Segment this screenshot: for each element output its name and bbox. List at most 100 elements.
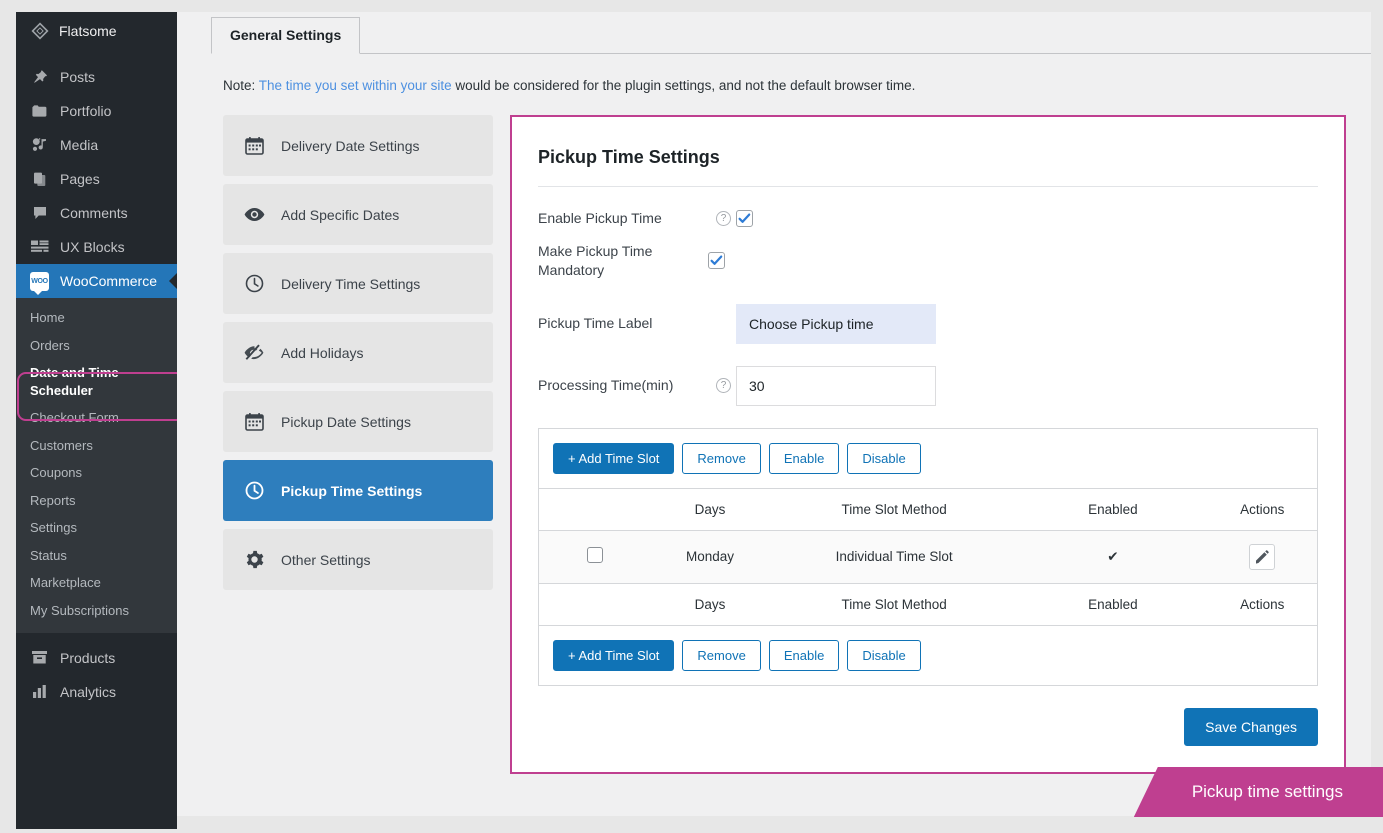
field-label: Make Pickup Time Mandatory	[538, 242, 653, 278]
submenu-item-customers[interactable]: Customers	[16, 432, 177, 460]
note-suffix: would be considered for the plugin setti…	[455, 78, 916, 93]
enable-button-bottom[interactable]: Enable	[768, 639, 840, 671]
callout-label: Pickup time settings	[1191, 782, 1343, 801]
footer-column-enabled: Enabled	[1018, 582, 1208, 625]
field-label: Processing Time(min)	[538, 377, 674, 394]
add-time-slot-button-bottom[interactable]: + Add Time Slot	[553, 639, 675, 671]
calendar-icon	[243, 136, 265, 155]
settings-nav-item-pickup-date-settings[interactable]: Pickup Date Settings	[223, 391, 493, 452]
settings-nav-item-add-specific-dates[interactable]: Add Specific Dates	[223, 184, 493, 245]
screen-root: Flatsome Posts Portfolio Media Pages Com…	[0, 0, 1383, 833]
folder-icon	[30, 102, 49, 121]
note-prefix: Note:	[223, 78, 256, 93]
submenu-item-coupons[interactable]: Coupons	[16, 459, 177, 487]
time-slot-table: Days Time Slot Method Enabled Actions Mo…	[539, 488, 1317, 625]
table-header-row: Days Time Slot Method Enabled Actions	[539, 488, 1317, 531]
submenu-item-checkout-form[interactable]: Checkout Form	[16, 404, 177, 432]
pin-icon	[30, 68, 49, 87]
tab-bar: General Settings	[211, 12, 1371, 54]
settings-nav: Delivery Date Settings Add Specific Date…	[223, 115, 493, 598]
sidebar-item-label: Comments	[60, 205, 128, 221]
submenu-item-orders[interactable]: Orders	[16, 332, 177, 360]
sidebar-item-label: Analytics	[60, 683, 117, 700]
settings-nav-item-pickup-time-settings[interactable]: Pickup Time Settings	[223, 460, 493, 521]
remove-button-bottom[interactable]: Remove	[682, 639, 761, 671]
pages-icon	[30, 170, 49, 189]
field-make-pickup-time-mandatory: Make Pickup Time Mandatory ?	[538, 242, 1318, 280]
row-actions-cell	[1207, 530, 1317, 583]
row-select-checkbox[interactable]	[586, 547, 603, 564]
settings-nav-item-add-holidays[interactable]: Add Holidays	[223, 322, 493, 383]
processing-time-input[interactable]	[736, 365, 936, 406]
column-enabled: Enabled	[1018, 488, 1208, 531]
help-icon[interactable]: ?	[716, 210, 731, 226]
sidebar-brand[interactable]: Flatsome	[16, 12, 177, 50]
table-body: Monday Individual Time Slot ✔	[539, 530, 1317, 584]
pickup-time-label-input[interactable]	[736, 303, 936, 344]
help-icon[interactable]: ?	[716, 378, 731, 394]
sidebar-item-ux-blocks[interactable]: UX Blocks	[16, 230, 177, 264]
row-enabled: ✔	[1107, 548, 1119, 564]
settings-nav-item-delivery-time-settings[interactable]: Delivery Time Settings	[223, 253, 493, 314]
submenu-item-my-subscriptions[interactable]: My Subscriptions	[16, 597, 177, 625]
disable-button-bottom[interactable]: Disable	[847, 639, 921, 671]
sidebar-item-analytics[interactable]: Analytics	[16, 675, 177, 709]
row-days: Monday	[686, 549, 735, 565]
sidebar-item-media[interactable]: Media	[16, 128, 177, 162]
column-time-slot-method: Time Slot Method	[769, 488, 1019, 531]
timezone-note: Note: The time you set within your site …	[223, 78, 1371, 93]
edit-pencil-icon[interactable]	[1249, 543, 1276, 570]
table-row: Monday Individual Time Slot ✔	[539, 530, 1317, 584]
disable-button-top[interactable]: Disable	[847, 442, 921, 474]
clock-icon	[243, 481, 265, 500]
submenu-item-reports[interactable]: Reports	[16, 487, 177, 515]
settings-nav-item-label: Add Holidays	[281, 344, 364, 361]
submenu-item-status[interactable]: Status	[16, 542, 177, 570]
settings-nav-item-label: Add Specific Dates	[281, 206, 400, 223]
field-label: Pickup Time Label	[538, 315, 653, 332]
remove-button-top[interactable]: Remove	[682, 442, 761, 474]
sidebar-item-label: WooCommerce	[60, 273, 157, 289]
submenu-item-settings[interactable]: Settings	[16, 514, 177, 542]
pickup-time-settings-card: Pickup Time Settings Enable Pickup Time …	[510, 115, 1346, 774]
ux-blocks-icon	[30, 238, 49, 257]
enable-pickup-time-checkbox[interactable]	[736, 209, 753, 227]
sidebar-item-products[interactable]: Products	[16, 641, 177, 675]
column-days: Days	[650, 488, 770, 531]
field-enable-pickup-time: Enable Pickup Time ?	[538, 209, 1318, 228]
eye-icon	[243, 207, 265, 222]
sidebar-item-pages[interactable]: Pages	[16, 162, 177, 196]
submenu-item-home[interactable]: Home	[16, 304, 177, 332]
sidebar-item-woocommerce[interactable]: WOO WooCommerce	[16, 264, 177, 298]
save-changes-button[interactable]: Save Changes	[1184, 707, 1318, 746]
sidebar-item-portfolio[interactable]: Portfolio	[16, 94, 177, 128]
table-footer-row: Days Time Slot Method Enabled Actions	[539, 582, 1317, 625]
column-select	[539, 488, 651, 531]
settings-nav-item-delivery-date-settings[interactable]: Delivery Date Settings	[223, 115, 493, 176]
sidebar-item-comments[interactable]: Comments	[16, 196, 177, 230]
sidebar-item-posts[interactable]: Posts	[16, 60, 177, 94]
note-link[interactable]: The time you set within your site	[259, 78, 452, 93]
pickup-time-settings-callout: Pickup time settings	[1133, 767, 1383, 817]
sidebar-item-label: Posts	[60, 69, 96, 85]
products-icon	[30, 648, 49, 667]
field-label: Enable Pickup Time	[538, 210, 662, 226]
footer-column-select	[539, 582, 651, 625]
sidebar-top-menu: Posts Portfolio Media Pages Comments UX …	[16, 50, 177, 264]
column-actions: Actions	[1207, 488, 1317, 531]
table-foot: Days Time Slot Method Enabled Actions	[539, 582, 1317, 625]
save-row: Save Changes	[538, 707, 1318, 746]
wp-admin-sidebar: Flatsome Posts Portfolio Media Pages Com…	[16, 12, 177, 829]
row-select-cell	[539, 530, 650, 583]
enable-button-top[interactable]: Enable	[768, 442, 840, 474]
calendar-icon	[243, 412, 265, 431]
submenu-item-marketplace[interactable]: Marketplace	[16, 569, 177, 597]
content-area: General Settings Note: The time you set …	[177, 12, 1371, 816]
gear-icon	[243, 550, 265, 569]
settings-nav-item-other-settings[interactable]: Other Settings	[223, 529, 493, 590]
add-time-slot-button-top[interactable]: + Add Time Slot	[553, 442, 675, 474]
tab-general-settings[interactable]: General Settings	[211, 17, 361, 54]
submenu-item-date-and-time-scheduler[interactable]: Date and Time Scheduler	[16, 359, 136, 404]
make-pickup-time-mandatory-checkbox[interactable]	[708, 252, 725, 270]
settings-nav-item-label: Delivery Time Settings	[281, 275, 421, 292]
